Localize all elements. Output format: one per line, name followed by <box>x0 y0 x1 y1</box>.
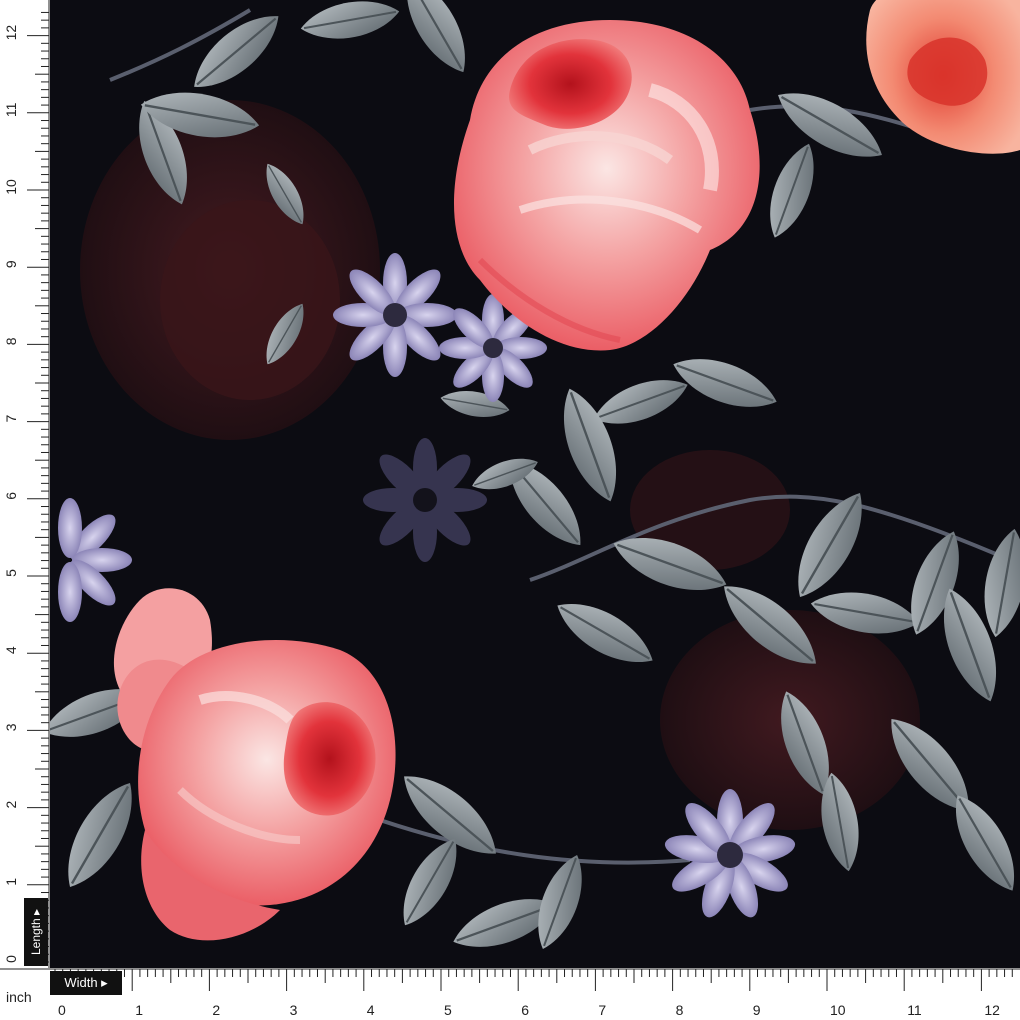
length-axis-label-text: Length ▸ <box>29 908 43 956</box>
width-ruler-label: 5 <box>444 1002 452 1018</box>
length-ruler-label: 6 <box>3 492 19 500</box>
width-ruler-label: 3 <box>290 1002 298 1018</box>
width-ruler-label: 12 <box>984 1002 1000 1018</box>
width-axis-label: Width ▸ <box>50 971 122 995</box>
dark-rose-left <box>80 100 380 440</box>
width-ruler-label: 10 <box>830 1002 846 1018</box>
width-ruler-label: 8 <box>676 1002 684 1018</box>
fabric-swatch-image: 0 1 2 3 4 5 6 7 8 9 10 11 12 0 1 2 3 4 5 6 7 8 9 10 11 12 Length… <box>0 0 1020 1020</box>
length-ruler-label: 11 <box>3 102 19 117</box>
length-ruler-label: 2 <box>3 800 19 808</box>
width-ruler-label: 2 <box>212 1002 220 1018</box>
length-ruler-label: 5 <box>3 569 19 577</box>
unit-label: inch <box>6 989 32 1005</box>
length-ruler-label: 9 <box>3 260 19 268</box>
width-ruler-label: 7 <box>598 1002 606 1018</box>
length-ruler-label: 4 <box>3 646 19 654</box>
width-ruler: 0 1 2 3 4 5 6 7 8 9 10 11 12 <box>0 968 1020 1020</box>
length-ruler: 0123456789101112 <box>0 0 50 968</box>
floral-print-fabric <box>50 0 1020 968</box>
length-ruler-label: 0 <box>3 955 19 963</box>
length-ruler-label: 1 <box>3 878 19 886</box>
width-ruler-label: 6 <box>521 1002 529 1018</box>
length-ruler-label: 3 <box>3 723 19 731</box>
length-ruler-label: 12 <box>3 25 19 41</box>
width-ruler-label: 11 <box>907 1002 922 1018</box>
length-ruler-label: 10 <box>3 179 19 195</box>
width-ruler-label: 9 <box>753 1002 761 1018</box>
length-ruler-label: 8 <box>3 337 19 345</box>
length-ruler-label: 7 <box>3 414 19 422</box>
width-ruler-label: 0 <box>58 1002 66 1018</box>
width-ruler-label: 1 <box>135 1002 143 1018</box>
width-ruler-label: 4 <box>367 1002 375 1018</box>
length-axis-label: Length ▸ <box>24 898 48 966</box>
